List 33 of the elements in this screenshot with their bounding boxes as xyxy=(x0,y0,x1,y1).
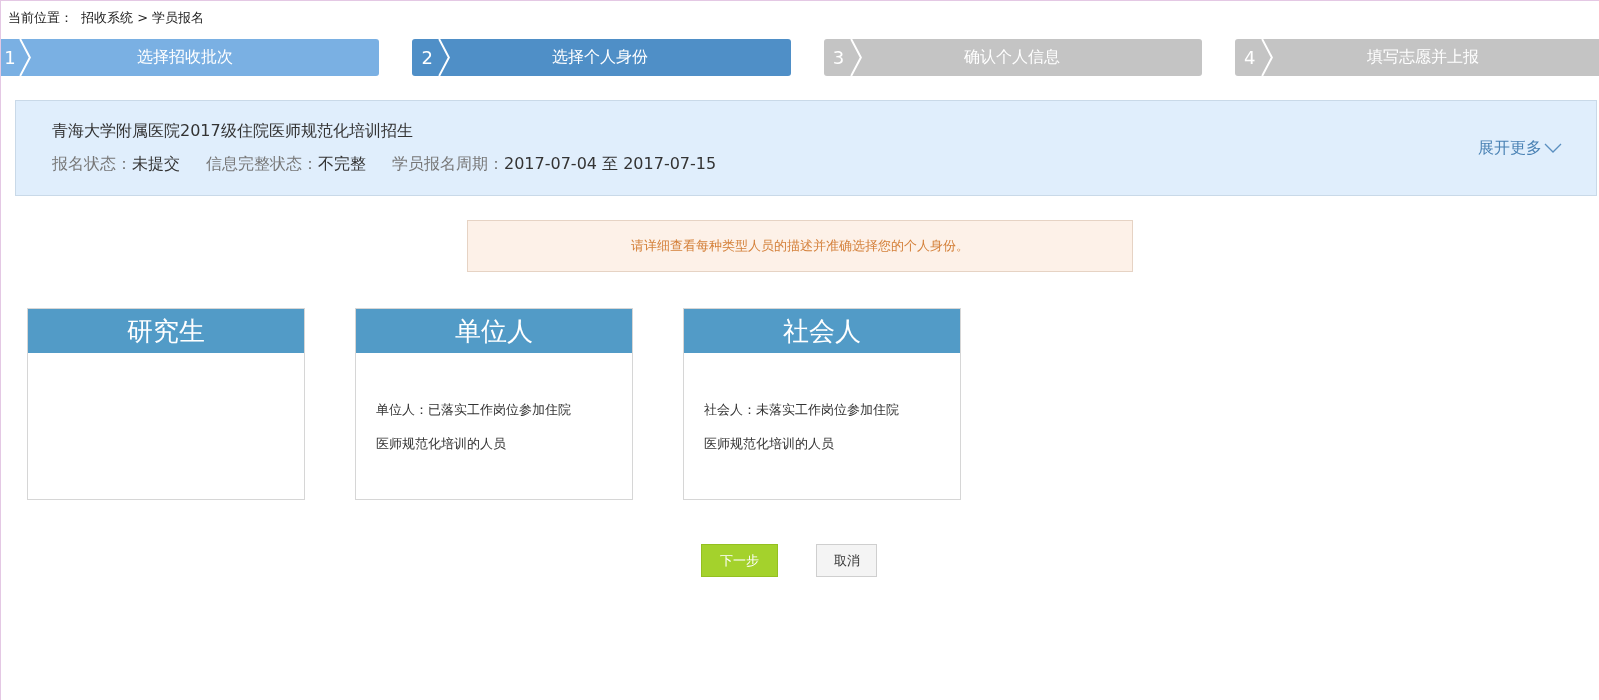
status-value: 2017-07-04 至 2017-07-15 xyxy=(504,154,717,173)
status-label: 报名状态： xyxy=(52,154,132,173)
chevron-icon xyxy=(1260,39,1273,76)
step-number: 3 xyxy=(831,47,846,68)
chevron-icon xyxy=(849,39,862,76)
step-label: 确认个人信息 xyxy=(962,47,1061,68)
notice-message: 请详细查看每种类型人员的描述并准确选择您的个人身份。 xyxy=(467,220,1133,272)
status-label: 学员报名周期： xyxy=(392,154,504,173)
chevron-icon xyxy=(19,39,31,76)
card-description: 社会人：未落实工作岗位参加住院 xyxy=(704,401,900,419)
status-label: 信息完整状态： xyxy=(206,154,318,173)
expand-more-link[interactable]: 展开更多 xyxy=(1478,137,1562,159)
card-description: 医师规范化培训的人员 xyxy=(704,435,835,453)
step-label: 选择招收批次 xyxy=(136,47,235,68)
breadcrumb-label: 当前位置： xyxy=(8,9,73,27)
card-title: 研究生 xyxy=(28,309,304,353)
step-number: 2 xyxy=(420,47,434,68)
status-value: 不完整 xyxy=(318,154,366,173)
cancel-button[interactable]: 取消 xyxy=(816,544,877,577)
step-label: 选择个人身份 xyxy=(551,47,650,68)
card-title: 单位人 xyxy=(356,309,632,353)
card-description: 医师规范化培训的人员 xyxy=(376,435,507,453)
breadcrumb-path: 招收系统 > 学员报名 xyxy=(81,9,205,27)
identity-card[interactable]: 社会人 社会人：未落实工作岗位参加住院 医师规范化培训的人员 xyxy=(683,308,961,500)
chevron-icon xyxy=(438,39,451,76)
card-description: 单位人：已落实工作岗位参加住院 xyxy=(376,401,572,419)
card-title: 社会人 xyxy=(684,309,960,353)
step-number: 4 xyxy=(1243,47,1257,68)
chevron-down-icon xyxy=(1544,143,1562,153)
status-value: 未提交 xyxy=(132,154,180,173)
batch-title: 青海大学附属医院2017级住院医师规范化培训招生 xyxy=(52,121,414,142)
step-number: 1 xyxy=(3,47,17,68)
identity-card[interactable]: 单位人 单位人：已落实工作岗位参加住院 医师规范化培训的人员 xyxy=(355,308,633,500)
